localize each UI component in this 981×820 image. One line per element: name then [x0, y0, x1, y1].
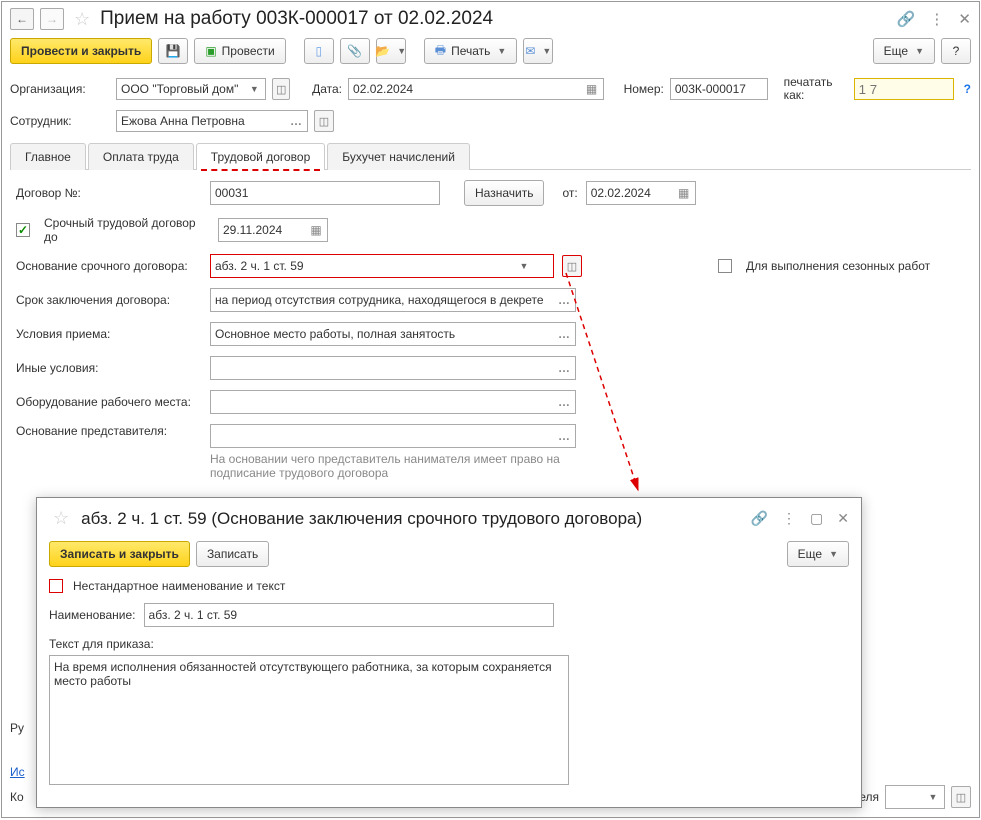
ellipsis-icon[interactable]: … — [555, 393, 573, 411]
org-input[interactable]: ООО "Торговый дом" ▼ — [116, 78, 266, 100]
link-icon[interactable]: 🔗 — [751, 510, 768, 527]
save-icon: 💾 — [166, 44, 181, 58]
chevron-down-icon[interactable]: ▼ — [924, 788, 942, 806]
help-button[interactable]: ? — [941, 38, 971, 64]
seasonal-label: Для выполнения сезонных работ — [746, 259, 930, 273]
close-icon[interactable]: ✕ — [837, 510, 849, 527]
nonstd-checkbox[interactable] — [49, 579, 63, 593]
ellipsis-icon[interactable]: … — [555, 427, 573, 445]
popup-write-close-button[interactable]: Записать и закрыть — [49, 541, 190, 567]
ellipsis-icon[interactable]: … — [555, 325, 573, 343]
equipment-input[interactable]: … — [210, 390, 576, 414]
signer-label: Ру — [10, 721, 24, 735]
window-title: Прием на работу 003К-000017 от 02.02.202… — [100, 8, 891, 30]
close-icon[interactable]: ✕ — [958, 10, 971, 28]
nav-back-button[interactable]: ← — [10, 8, 34, 30]
ellipsis-icon[interactable]: … — [555, 291, 573, 309]
other-conditions-input[interactable]: … — [210, 356, 576, 380]
kebab-menu-icon[interactable]: ⋮ — [782, 510, 796, 527]
tab-salary[interactable]: Оплата труда — [88, 143, 194, 170]
date-input[interactable]: 02.02.2024 ▦ — [348, 78, 604, 100]
correction-link[interactable]: Ис — [10, 765, 25, 779]
tab-main[interactable]: Главное — [10, 143, 86, 170]
post-icon: ▣ — [205, 44, 216, 58]
basis-input[interactable]: абз. 2 ч. 1 ст. 59 ▼ — [210, 254, 554, 278]
chevron-down-icon[interactable]: ▼ — [245, 81, 263, 97]
number-input[interactable]: 003К-000017 — [670, 78, 768, 100]
org-label: Организация: — [10, 82, 110, 96]
tab-accounting[interactable]: Бухучет начислений — [327, 143, 470, 170]
assign-button[interactable]: Назначить — [464, 180, 544, 206]
popup-name-label: Наименование: — [49, 608, 136, 622]
attach-button[interactable]: 📎 — [340, 38, 370, 64]
fixed-term-date-input[interactable]: 29.11.2024 ▦ — [218, 218, 328, 242]
save-button[interactable]: 💾 — [158, 38, 188, 64]
popup-name-input[interactable]: абз. 2 ч. 1 ст. 59 — [144, 603, 554, 627]
favorite-star-icon[interactable]: ☆ — [74, 9, 90, 30]
post-button[interactable]: ▣Провести — [194, 38, 285, 64]
more-button[interactable]: Еще▼ — [873, 38, 935, 64]
folder-icon: 📂 — [375, 44, 390, 58]
rep-basis-hint: На основании чего представитель нанимате… — [210, 452, 590, 480]
printer-icon: 🖶 — [435, 41, 446, 62]
popup-more-button[interactable]: Еще▼ — [787, 541, 849, 567]
other-conditions-label: Иные условия: — [16, 361, 202, 375]
link-icon[interactable]: 🔗 — [897, 10, 916, 28]
kebab-menu-icon[interactable]: ⋮ — [929, 10, 944, 28]
term-input[interactable]: на период отсутствия сотрудника, находящ… — [210, 288, 576, 312]
tab-contract[interactable]: Трудовой договор — [196, 143, 325, 170]
nav-forward-button[interactable]: → — [40, 8, 64, 30]
post-and-close-button[interactable]: Провести и закрыть — [10, 38, 152, 64]
rep-basis-label: Основание представителя: — [16, 424, 202, 438]
document-button[interactable]: ▯ — [304, 38, 334, 64]
nonstd-label: Нестандартное наименование и текст — [73, 579, 285, 593]
responsible-input[interactable]: ▼ — [885, 785, 945, 809]
basis-editor-popup: ☆ абз. 2 ч. 1 ст. 59 (Основание заключен… — [36, 497, 862, 808]
contract-num-label: Договор №: — [16, 186, 202, 200]
chevron-down-icon[interactable]: ▼ — [515, 257, 533, 275]
from-date-input[interactable]: 02.02.2024 ▦ — [586, 181, 696, 205]
print-as-help[interactable]: ? — [964, 82, 971, 96]
maximize-icon[interactable]: ▢ — [810, 510, 823, 527]
paperclip-icon: 📎 — [347, 44, 362, 58]
favorite-star-icon[interactable]: ☆ — [53, 508, 69, 529]
conditions-label: Условия приема: — [16, 327, 202, 341]
employee-label: Сотрудник: — [10, 114, 110, 128]
conditions-input[interactable]: Основное место работы, полная занятость … — [210, 322, 576, 346]
contract-num-input[interactable]: 00031 — [210, 181, 440, 205]
equipment-label: Оборудование рабочего места: — [16, 395, 202, 409]
employee-open-button[interactable]: ◫ — [314, 110, 334, 132]
calendar-icon[interactable]: ▦ — [675, 184, 693, 202]
term-label: Срок заключения договора: — [16, 293, 202, 307]
print-as-label: печатать как: — [784, 76, 848, 102]
number-label: Номер: — [624, 82, 664, 96]
date-label: Дата: — [312, 82, 342, 96]
popup-write-button[interactable]: Записать — [196, 541, 269, 567]
popup-title: абз. 2 ч. 1 ст. 59 (Основание заключения… — [81, 509, 742, 529]
employee-input[interactable]: Ежова Анна Петровна … — [116, 110, 308, 132]
basis-open-button[interactable]: ◫ — [562, 255, 582, 277]
calendar-icon[interactable]: ▦ — [583, 81, 601, 97]
basis-label: Основание срочного договора: — [16, 259, 202, 273]
print-button[interactable]: 🖶Печать▼ — [424, 38, 518, 64]
based-on-button[interactable]: 📂▼ — [376, 38, 406, 64]
rep-basis-input[interactable]: … — [210, 424, 576, 448]
from-label: от: — [562, 186, 577, 200]
fixed-term-label: Срочный трудовой договор до — [44, 216, 210, 244]
ellipsis-icon[interactable]: … — [555, 359, 573, 377]
popup-text-textarea[interactable] — [49, 655, 569, 785]
fixed-term-checkbox[interactable] — [16, 223, 30, 237]
seasonal-checkbox[interactable] — [718, 259, 732, 273]
envelope-icon: ✉ — [525, 44, 535, 58]
comment-label: Ко — [10, 790, 24, 804]
print-as-input[interactable] — [854, 78, 954, 100]
org-open-button[interactable]: ◫ — [272, 78, 290, 100]
popup-text-label: Текст для приказа: — [49, 637, 849, 651]
document-icon: ▯ — [315, 44, 322, 58]
ellipsis-icon[interactable]: … — [287, 113, 305, 129]
calendar-icon[interactable]: ▦ — [307, 221, 325, 239]
send-button[interactable]: ✉▼ — [523, 38, 553, 64]
responsible-open-button[interactable]: ◫ — [951, 786, 971, 808]
